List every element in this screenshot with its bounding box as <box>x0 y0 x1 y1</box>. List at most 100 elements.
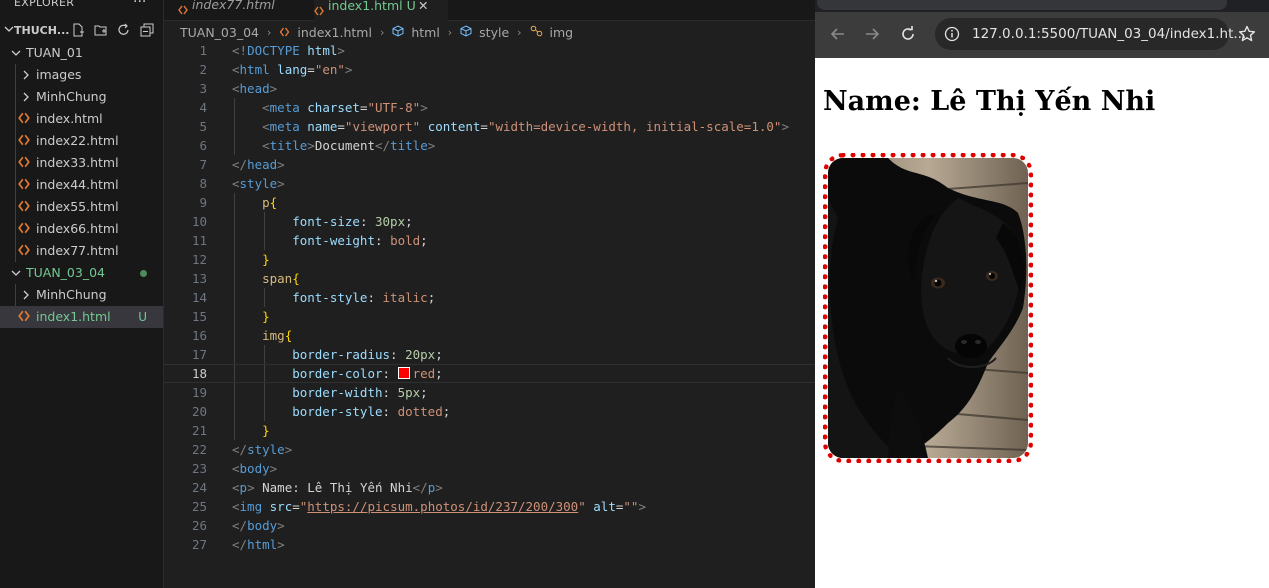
code-token: { <box>269 195 278 210</box>
browser-toolbar: 127.0.0.1:5500/TUAN_03_04/index1.ht... <box>815 0 1269 58</box>
puppy-photo <box>823 153 1033 463</box>
code-line[interactable]: 23 <body> <box>164 459 815 478</box>
code-token: </ <box>375 138 391 153</box>
tree-file[interactable]: index44.html <box>0 174 163 196</box>
code-text: <meta charset="UTF-8"> <box>232 98 428 117</box>
code-token: border-color <box>232 366 383 381</box>
color-swatch-icon[interactable] <box>397 367 410 379</box>
tree-file[interactable]: index66.html <box>0 218 163 240</box>
code-line[interactable]: 9 p{ <box>164 193 815 212</box>
code-line[interactable]: 18 border-color: red; <box>164 364 815 383</box>
back-arrow-icon[interactable] <box>829 25 847 43</box>
tree-folder[interactable]: TUAN_03_04 <box>0 262 163 284</box>
tree-file[interactable]: index.html <box>0 108 163 130</box>
explorer-sidebar: EXPLORER ··· THUCH... TUAN_01 images MinhC… <box>0 0 164 588</box>
code-line[interactable]: 21 } <box>164 421 815 440</box>
code-text: <style> <box>232 174 285 193</box>
line-number: 2 <box>199 62 207 77</box>
code-token: > <box>277 518 285 533</box>
code-text: </style> <box>232 440 292 459</box>
code-text: </head> <box>232 155 285 174</box>
code-token: : <box>382 404 398 419</box>
reload-icon[interactable] <box>899 25 917 43</box>
refresh-icon[interactable] <box>117 23 131 37</box>
code-line[interactable]: 7 </head> <box>164 155 815 174</box>
code-line[interactable]: 22 </style> <box>164 440 815 459</box>
code-token: ; <box>420 233 428 248</box>
code-text: } <box>232 250 270 269</box>
line-number: 6 <box>199 138 207 153</box>
code-line[interactable]: 1 <!DOCTYPE html> <box>164 41 815 60</box>
line-number: 13 <box>191 271 207 286</box>
code-line[interactable]: 17 border-radius: 20px; <box>164 345 815 364</box>
code-line[interactable]: 2 <html lang="en"> <box>164 60 815 79</box>
tree-file[interactable]: index33.html <box>0 152 163 174</box>
close-tab-icon[interactable]: ✕ <box>418 0 428 17</box>
code-line[interactable]: 3 <head> <box>164 79 815 98</box>
code-token: ; <box>435 347 443 362</box>
chevron-right-icon: › <box>517 26 522 39</box>
tree-folder[interactable]: MinhChung <box>0 284 163 306</box>
tree-item-label: MinhChung <box>36 287 107 302</box>
tree-folder[interactable]: images <box>0 64 163 86</box>
line-number: 10 <box>191 214 207 229</box>
code-line[interactable]: 6 <title>Document</title> <box>164 136 815 155</box>
forward-arrow-icon[interactable] <box>863 25 881 43</box>
new-folder-icon[interactable] <box>94 23 108 37</box>
code-line[interactable]: 5 <meta name="viewport" content="width=d… <box>164 117 815 136</box>
more-actions-icon[interactable]: ··· <box>133 0 146 10</box>
line-number: 19 <box>191 385 207 400</box>
breadcrumb-style[interactable]: style <box>479 25 509 40</box>
code-line[interactable]: 14 font-style: italic; <box>164 288 815 307</box>
breadcrumb-file[interactable]: index1.html <box>297 25 372 40</box>
tree-file[interactable]: index1.html U <box>0 306 163 328</box>
code-line[interactable]: 4 <meta charset="UTF-8"> <box>164 98 815 117</box>
tree-file[interactable]: index55.html <box>0 196 163 218</box>
code-token: : <box>367 290 383 305</box>
code-token: } <box>232 252 270 267</box>
chevron-right-icon: › <box>379 26 385 39</box>
line-number: 5 <box>199 119 207 134</box>
code-line[interactable]: 24 <p> Name: Lê Thị Yến Nhi</p> <box>164 478 815 497</box>
code-token: ; <box>405 214 413 229</box>
browser-tab[interactable] <box>817 0 1227 10</box>
line-number: 11 <box>191 233 207 248</box>
code-line[interactable]: 13 span{ <box>164 269 815 288</box>
address-bar[interactable]: 127.0.0.1:5500/TUAN_03_04/index1.ht... <box>935 18 1246 50</box>
breadcrumb-img[interactable]: img <box>550 25 574 40</box>
code-token: p <box>232 195 270 210</box>
breadcrumb-folder[interactable]: TUAN_03_04 <box>180 25 259 40</box>
code-line[interactable]: 19 border-width: 5px; <box>164 383 815 402</box>
tab-index1[interactable]: index1.html U ✕ <box>314 0 448 21</box>
breadcrumb-html[interactable]: html <box>411 25 439 40</box>
code-text: font-style: italic; <box>232 288 435 307</box>
code-line[interactable]: 8 <style> <box>164 174 815 193</box>
code-token: > <box>307 138 315 153</box>
code-line[interactable]: 12 } <box>164 250 815 269</box>
code-line[interactable]: 16 img{ <box>164 326 815 345</box>
code-line[interactable]: 10 font-size: 30px; <box>164 212 815 231</box>
bookmark-star-icon[interactable] <box>1238 25 1256 43</box>
code-line[interactable]: 26 </body> <box>164 516 815 535</box>
tree-file[interactable]: index22.html <box>0 130 163 152</box>
code-line[interactable]: 11 font-weight: bold; <box>164 231 815 250</box>
tree-folder[interactable]: MinhChung <box>0 86 163 108</box>
site-info-icon[interactable] <box>944 26 960 42</box>
code-line[interactable]: 25 <img src= "https://picsum.photos/id/237… <box>164 497 815 516</box>
tree-folder[interactable]: TUAN_01 <box>0 42 163 64</box>
collapse-all-icon[interactable] <box>140 23 154 37</box>
code-line[interactable]: 15 } <box>164 307 815 326</box>
code-token: } <box>232 423 270 438</box>
code-line[interactable]: 27 </html> <box>164 535 815 554</box>
chevron-right-icon: › <box>447 26 453 39</box>
code-token: border-style <box>232 404 383 419</box>
tab-index77[interactable]: index77.html <box>178 0 312 20</box>
tree-item-label: index66.html <box>36 221 119 236</box>
tree-file[interactable]: index77.html <box>0 240 163 262</box>
chevron-right-icon <box>23 290 29 300</box>
workspace-header[interactable]: THUCH... <box>0 20 163 42</box>
code-token: < <box>232 480 240 495</box>
new-file-icon[interactable] <box>71 23 85 37</box>
code-token: " <box>578 499 594 514</box>
code-line[interactable]: 20 border-style: dotted; <box>164 402 815 421</box>
